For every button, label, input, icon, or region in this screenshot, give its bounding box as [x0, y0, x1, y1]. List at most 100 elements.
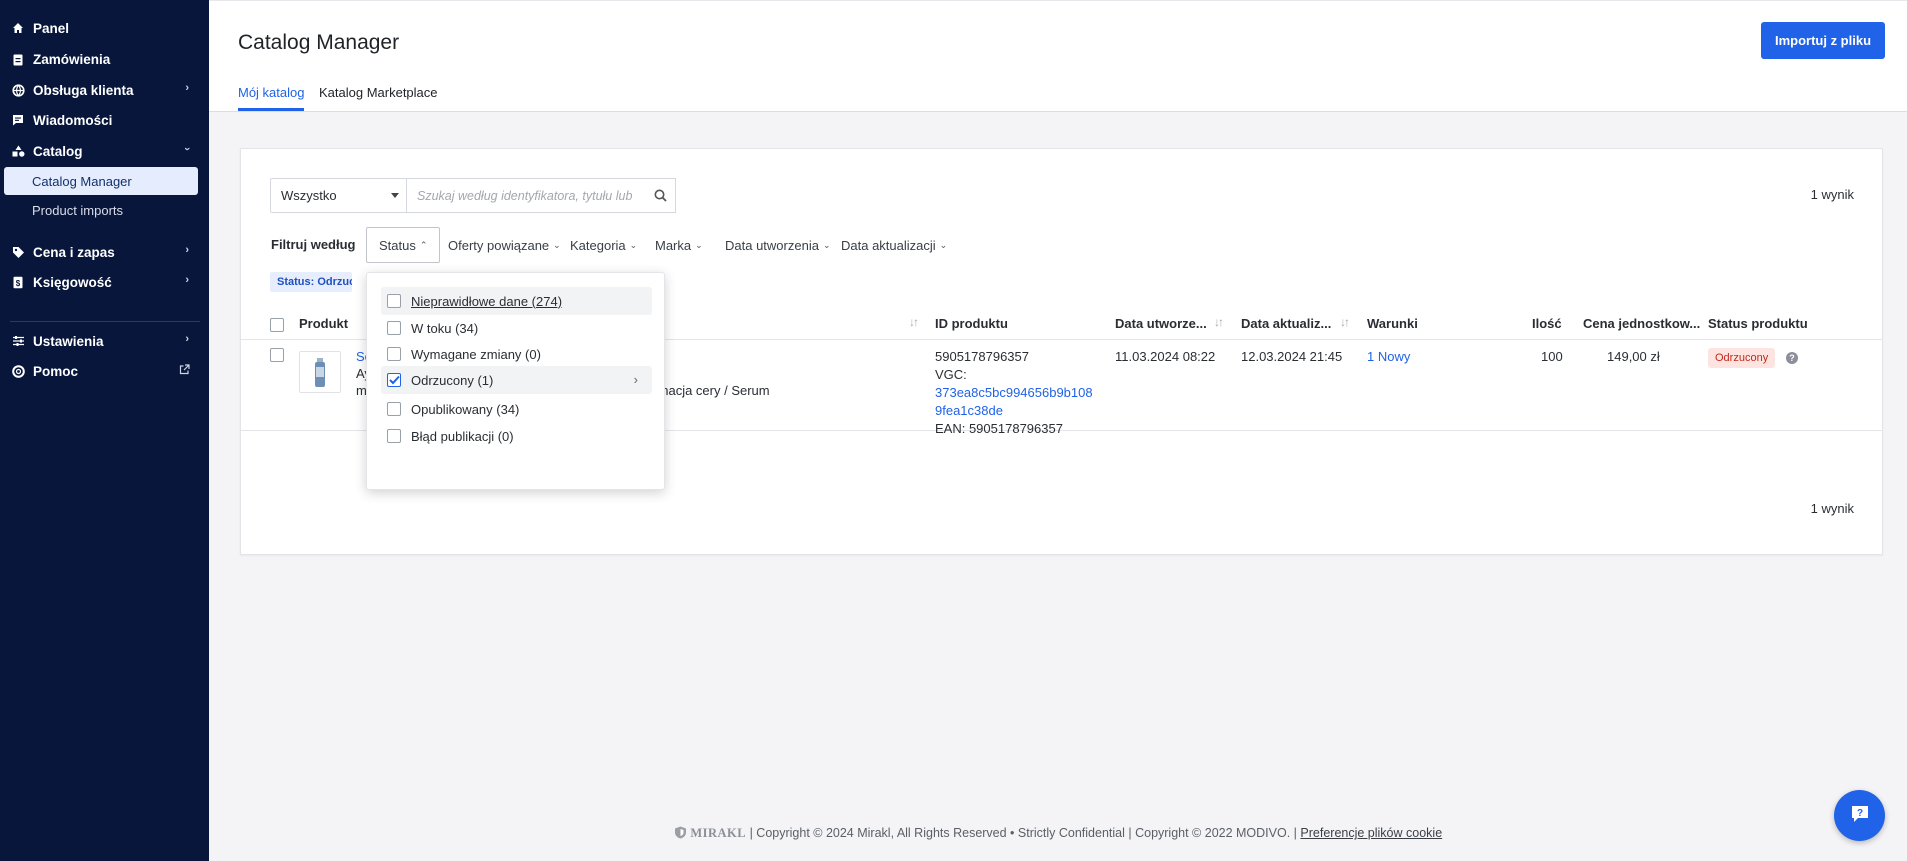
active-filter-chip[interactable]: Status: Odrzucony	[270, 272, 352, 292]
chevron-right-icon: ›	[185, 274, 189, 286]
product-category: gnacja cery / Serum	[654, 383, 770, 398]
sidebar-item-customer-care[interactable]: Obsługa klienta ›	[0, 79, 209, 101]
option-checkbox[interactable]	[387, 402, 401, 416]
conditions-link[interactable]: 1 Nowy	[1367, 348, 1410, 365]
filter-updated-date-button[interactable]: Data aktualizacji ⌄	[829, 227, 959, 263]
filter-button-label: Marka	[655, 237, 692, 253]
import-from-file-button[interactable]: Importuj z pliku	[1761, 22, 1885, 59]
sort-icon[interactable]: ↓↑	[909, 315, 919, 329]
status-option-invalid-data[interactable]: Nieprawidłowe dane (274)	[381, 287, 652, 315]
search-icon[interactable]	[654, 189, 667, 205]
filter-status-button[interactable]: Status ⌃	[366, 227, 441, 263]
chevron-right-icon: ›	[185, 333, 189, 345]
message-icon	[11, 113, 25, 127]
sidebar-item-panel[interactable]: Panel	[0, 17, 209, 39]
filter-linked-offers-button[interactable]: Oferty powiązane ⌄	[436, 227, 573, 263]
help-chat-icon: ?	[1850, 804, 1870, 827]
filter-brand-button[interactable]: Marka ⌄	[643, 227, 715, 263]
filter-button-label: Oferty powiązane	[448, 237, 550, 253]
quantity-value: 100	[1541, 349, 1563, 364]
sidebar: Panel Zamówienia Obsługa klienta › Wiado…	[0, 0, 209, 861]
vgc-link[interactable]: 373ea8c5bc994656b9b108	[935, 384, 1093, 401]
page-header: Catalog Manager Importuj z pliku Mój kat…	[209, 0, 1907, 112]
help-icon[interactable]: ?	[1786, 352, 1798, 364]
sidebar-subitem-label: Catalog Manager	[32, 173, 132, 189]
tab-my-catalog[interactable]: Mój katalog	[238, 85, 304, 100]
sidebar-subitem-label: Product imports	[32, 202, 124, 218]
search-scope-value: Wszystko	[281, 188, 337, 203]
option-checkbox[interactable]	[387, 294, 401, 308]
status-option-changes-required[interactable]: Wymagane zmiany (0)	[381, 340, 652, 368]
sort-icon[interactable]: ↓↑	[1340, 315, 1350, 329]
footer: MIRAKL | Copyright © 2024 Mirakl, All Ri…	[209, 826, 1907, 841]
filter-button-label: Kategoria	[570, 237, 626, 253]
filter-label: Filtruj według	[271, 237, 356, 252]
chevron-right-icon: ›	[185, 244, 189, 256]
status-option-in-progress[interactable]: W toku (34)	[381, 314, 652, 342]
tab-marketplace-catalog[interactable]: Katalog Marketplace	[319, 85, 438, 100]
sidebar-item-orders[interactable]: Zamówienia	[0, 48, 209, 70]
sidebar-item-label: Cena i zapas	[33, 244, 115, 260]
sidebar-item-catalog[interactable]: Catalog ›	[0, 140, 209, 162]
option-checkbox-checked[interactable]	[387, 373, 401, 387]
sidebar-subitem-catalog-manager[interactable]: Catalog Manager	[4, 167, 198, 195]
help-chat-button[interactable]: ?	[1834, 790, 1885, 841]
column-quantity: Ilość	[1532, 316, 1562, 331]
sidebar-item-label: Pomoc	[33, 363, 79, 379]
sidebar-item-settings[interactable]: Ustawienia ›	[0, 330, 209, 352]
clipboard-icon	[11, 52, 25, 66]
filter-button-label: Data aktualizacji	[841, 237, 936, 253]
status-option-publish-error[interactable]: Błąd publikacji (0)	[381, 422, 652, 450]
external-link-icon	[179, 364, 190, 378]
option-label: W toku (34)	[411, 320, 479, 336]
vgc-link-continued[interactable]: 9fea1c38de	[935, 402, 1003, 419]
option-checkbox[interactable]	[387, 429, 401, 443]
option-checkbox[interactable]	[387, 321, 401, 335]
ean-value: EAN: 5905178796357	[935, 421, 1063, 436]
copyright-text: | Copyright © 2024 Mirakl, All Rights Re…	[749, 826, 1297, 840]
shapes-icon	[11, 144, 25, 158]
option-label: Błąd publikacji (0)	[411, 428, 514, 444]
column-created-date[interactable]: Data utworze...	[1115, 316, 1207, 331]
sidebar-item-price-stock[interactable]: Cena i zapas ›	[0, 241, 209, 263]
filter-created-date-button[interactable]: Data utworzenia ⌄	[713, 227, 843, 263]
option-label: Opublikowany (34)	[411, 401, 520, 417]
sort-icon[interactable]: ↓↑	[1214, 315, 1224, 329]
unit-price-value: 149,00 zł	[1607, 349, 1660, 364]
search-field[interactable]	[407, 178, 676, 213]
status-filter-dropdown: Nieprawidłowe dane (274) W toku (34) Wym…	[366, 272, 665, 490]
product-thumbnail	[299, 351, 341, 393]
sidebar-item-help[interactable]: Pomoc	[0, 360, 209, 382]
column-updated-date[interactable]: Data aktualiz...	[1241, 316, 1331, 331]
column-conditions: Warunki	[1367, 316, 1418, 331]
product-id-value: 5905178796357	[935, 349, 1029, 364]
sliders-icon	[11, 334, 25, 348]
chevron-down-icon: ›	[181, 147, 194, 151]
sidebar-item-label: Catalog	[33, 143, 83, 159]
status-badge: Odrzucony	[1708, 348, 1776, 368]
chevron-up-icon: ⌃	[419, 239, 428, 250]
tag-icon	[11, 245, 25, 259]
chevron-down-icon: ⌄	[695, 239, 703, 250]
search-scope-select[interactable]: Wszystko	[270, 178, 407, 213]
cookie-preferences-link[interactable]: Preferencje plików cookie	[1300, 826, 1442, 840]
sidebar-subitem-product-imports[interactable]: Product imports	[4, 196, 198, 224]
sidebar-item-accounting[interactable]: $ Księgowość ›	[0, 271, 209, 293]
lifebuoy-icon	[11, 364, 25, 378]
column-product-status: Status produktu	[1708, 316, 1808, 331]
page-title: Catalog Manager	[238, 31, 400, 54]
sidebar-item-messages[interactable]: Wiadomości	[0, 109, 209, 131]
select-all-checkbox[interactable]	[270, 318, 284, 332]
updated-date-value: 12.03.2024 21:45	[1241, 349, 1343, 364]
status-option-rejected[interactable]: Odrzucony (1) ›	[381, 366, 652, 394]
sidebar-item-label: Panel	[33, 20, 70, 36]
search-input[interactable]	[417, 188, 642, 203]
column-product-id: ID produktu	[935, 316, 1008, 331]
row-checkbox[interactable]	[270, 348, 284, 362]
caret-down-icon	[391, 193, 399, 198]
chevron-down-icon: ⌄	[629, 239, 638, 250]
status-option-published[interactable]: Opublikowany (34)	[381, 395, 652, 423]
sidebar-divider	[10, 321, 200, 322]
option-checkbox[interactable]	[387, 347, 401, 361]
filter-category-button[interactable]: Kategoria ⌄	[558, 227, 649, 263]
